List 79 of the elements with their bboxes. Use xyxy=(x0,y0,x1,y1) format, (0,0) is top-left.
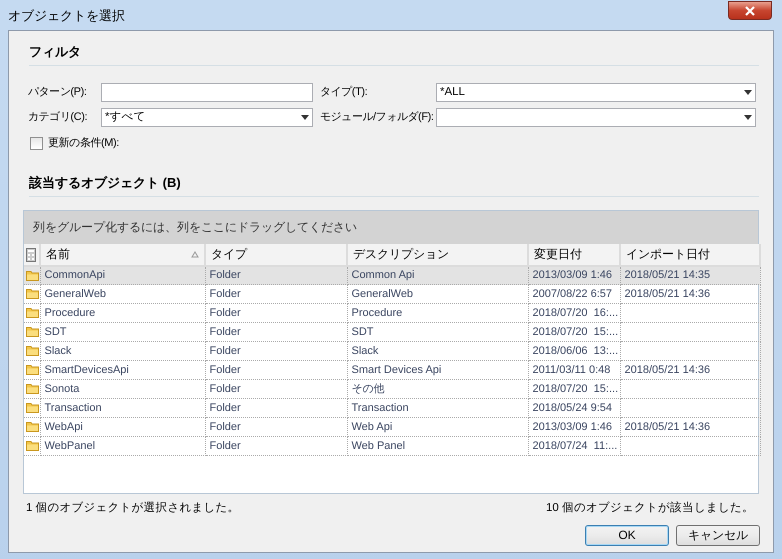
table-cell: Folder xyxy=(205,436,347,456)
column-chooser-icon xyxy=(26,248,36,262)
cancel-button[interactable]: キャンセル xyxy=(676,524,760,546)
table-cell: 2018/05/21 14:36 xyxy=(620,418,760,436)
field-label: タイプ(T): xyxy=(320,84,368,100)
column-header[interactable]: タイプ xyxy=(205,244,347,266)
checkbox-label: 更新の条件(M): xyxy=(48,136,119,151)
section-heading: 該当するオブジェクト (B) xyxy=(29,174,182,192)
column-header[interactable]: 変更日付 xyxy=(528,244,620,266)
table-cell: 2018/05/24 9:54 xyxy=(528,398,620,418)
pattern-field[interactable] xyxy=(101,83,313,102)
table-cell: Folder xyxy=(205,398,347,418)
field-label: モジュール/フォルダ(F): xyxy=(320,110,435,126)
table-cell: WebPanel xyxy=(40,436,205,456)
table-cell: 2018/07/20 15:... xyxy=(528,322,620,342)
table-cell: GeneralWeb xyxy=(347,284,528,304)
column-chooser[interactable] xyxy=(24,244,40,266)
table-cell: Smart Devices Api xyxy=(347,360,528,380)
table-cell: GeneralWeb xyxy=(40,284,205,304)
dropdown-arrow-icon xyxy=(744,115,752,120)
folder-icon xyxy=(26,402,39,414)
folder-icon xyxy=(26,421,39,432)
folder-icon xyxy=(26,270,39,281)
group-panel-hint: 列をグループ化するには、列をここにドラッグしてください xyxy=(24,210,758,244)
column-header[interactable]: 名前 xyxy=(40,244,205,266)
field-label: カテゴリ(C): xyxy=(28,110,88,126)
table-cell: 2018/07/24 11:... xyxy=(528,436,620,456)
table-cell: WebApi xyxy=(40,418,205,436)
folder-icon xyxy=(26,288,39,300)
column-header[interactable]: デスクリプション xyxy=(347,244,528,266)
folder-icon xyxy=(26,364,39,376)
table-cell: 2018/05/21 14:36 xyxy=(620,284,760,304)
table-cell: Transaction xyxy=(347,398,528,418)
table-cell: 2011/03/11 0:48 xyxy=(528,360,620,380)
table-cell: 2013/03/09 1:46 xyxy=(528,418,620,436)
selection-status: 1 個のオブジェクトが選択されました。 xyxy=(26,500,240,516)
checkbox[interactable] xyxy=(30,136,43,150)
folder-icon xyxy=(26,307,39,318)
table-cell: Folder xyxy=(205,284,347,304)
folder-icon xyxy=(26,326,39,338)
table-cell: 2018/06/06 13:... xyxy=(528,342,620,360)
table-cell: 2007/08/22 6:57 xyxy=(528,284,620,304)
table-cell: 2018/05/21 14:36 xyxy=(620,360,760,380)
table-cell: 2018/07/20 16:... xyxy=(528,304,620,322)
dropdown-arrow-icon xyxy=(744,90,752,95)
table-cell: SmartDevicesApi xyxy=(40,360,205,380)
table-cell: Folder xyxy=(205,322,347,342)
window-title: オブジェクトを選択 xyxy=(8,7,125,25)
close-icon xyxy=(744,6,756,16)
table-cell: Folder xyxy=(205,304,347,322)
folder-icon xyxy=(26,383,39,394)
table-cell: Transaction xyxy=(40,398,205,418)
close-button[interactable] xyxy=(728,1,772,20)
table-cell: Folder xyxy=(205,342,347,360)
dropdown-arrow-icon xyxy=(301,115,309,120)
section-heading: フィルタ xyxy=(29,43,82,61)
ok-button[interactable]: OK xyxy=(585,524,669,546)
table-cell: Procedure xyxy=(40,304,205,322)
dropdown-field[interactable]: *すべて xyxy=(101,108,313,127)
table-cell: Slack xyxy=(40,342,205,360)
table-cell: Folder xyxy=(205,418,347,436)
table-cell: Slack xyxy=(347,342,528,360)
table-cell: Folder xyxy=(205,380,347,398)
table-cell: Web Api xyxy=(347,418,528,436)
dropdown-field[interactable]: *ALL xyxy=(436,83,756,102)
dropdown-field[interactable] xyxy=(436,108,756,127)
folder-icon xyxy=(26,440,39,452)
table-cell: Folder xyxy=(205,360,347,380)
folder-icon xyxy=(26,345,39,356)
table-cell: Sonota xyxy=(40,380,205,398)
match-status: 10 個のオブジェクトが該当しました。 xyxy=(546,500,754,516)
field-label: パターン(P): xyxy=(28,85,88,100)
table-cell: SDT xyxy=(40,322,205,342)
table-cell: 2018/07/20 15:... xyxy=(528,380,620,398)
table-cell: SDT xyxy=(347,322,528,342)
table-cell: その他 xyxy=(347,380,528,398)
table-cell: Procedure xyxy=(347,304,528,322)
column-header[interactable]: インポート日付 xyxy=(620,244,760,266)
table-cell: Web Panel xyxy=(347,436,528,456)
